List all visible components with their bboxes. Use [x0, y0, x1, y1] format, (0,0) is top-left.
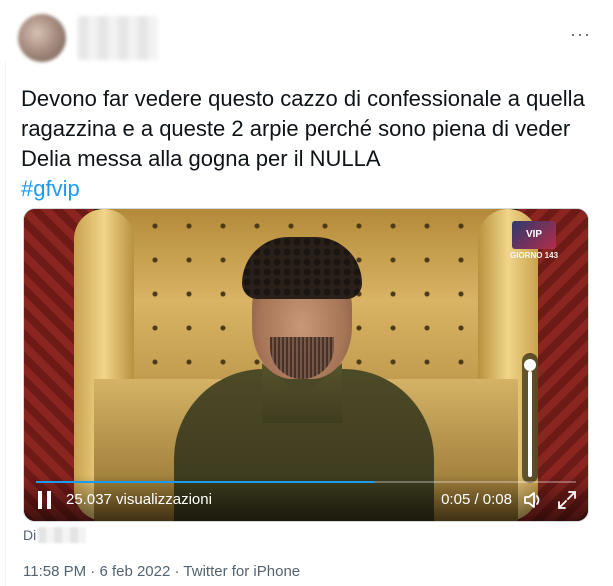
tweet-card: ··· Devono far vedere questo cazzo di co…	[0, 0, 613, 586]
view-count: 25.037 visualizzazioni	[66, 491, 212, 508]
tweet-metadata: 11:58 PM · 6 feb 2022 · Twitter for iPho…	[23, 563, 300, 580]
tweet-source[interactable]: Twitter for iPhone	[183, 563, 300, 580]
volume-slider[interactable]	[522, 353, 538, 483]
channel-logo: VIP GIORNO 143	[510, 221, 558, 261]
fullscreen-icon	[558, 491, 576, 509]
video-time: 0:05 / 0:08	[441, 491, 512, 508]
tweet-time[interactable]: 11:58 PM	[23, 563, 86, 580]
channel-logo-text: VIP	[512, 221, 556, 249]
tweet-text: Devono far vedere questo cazzo di confes…	[21, 84, 591, 204]
volume-button[interactable]	[522, 489, 546, 511]
left-border	[5, 62, 6, 586]
speaker-icon	[524, 492, 540, 508]
volume-knob[interactable]	[524, 359, 536, 371]
pause-icon	[38, 491, 51, 509]
attribution-name-blurred[interactable]	[38, 527, 86, 543]
more-options-button[interactable]: ···	[570, 24, 591, 45]
volume-level	[528, 371, 532, 477]
attribution-label: Di	[23, 527, 37, 543]
fullscreen-button[interactable]	[556, 489, 578, 511]
hashtag-link[interactable]: #gfvip	[21, 174, 80, 204]
progress-bar[interactable]	[36, 481, 576, 483]
tweet-body: Devono far vedere questo cazzo di confes…	[21, 86, 585, 171]
pause-button[interactable]	[36, 489, 54, 511]
progress-fill	[36, 481, 374, 483]
tweet-date[interactable]: 6 feb 2022	[99, 563, 170, 580]
avatar[interactable]	[18, 14, 66, 62]
channel-logo-day: GIORNO 143	[510, 251, 559, 260]
video-player[interactable]: VIP GIORNO 143 25.037 visualizzazioni 0:…	[23, 208, 589, 522]
meta-separator: ·	[170, 563, 184, 580]
author-name-blurred[interactable]	[78, 16, 158, 60]
meta-separator: ·	[86, 563, 100, 580]
video-person-hair	[242, 237, 362, 299]
video-controls: 25.037 visualizzazioni 0:05 / 0:08	[24, 475, 588, 521]
